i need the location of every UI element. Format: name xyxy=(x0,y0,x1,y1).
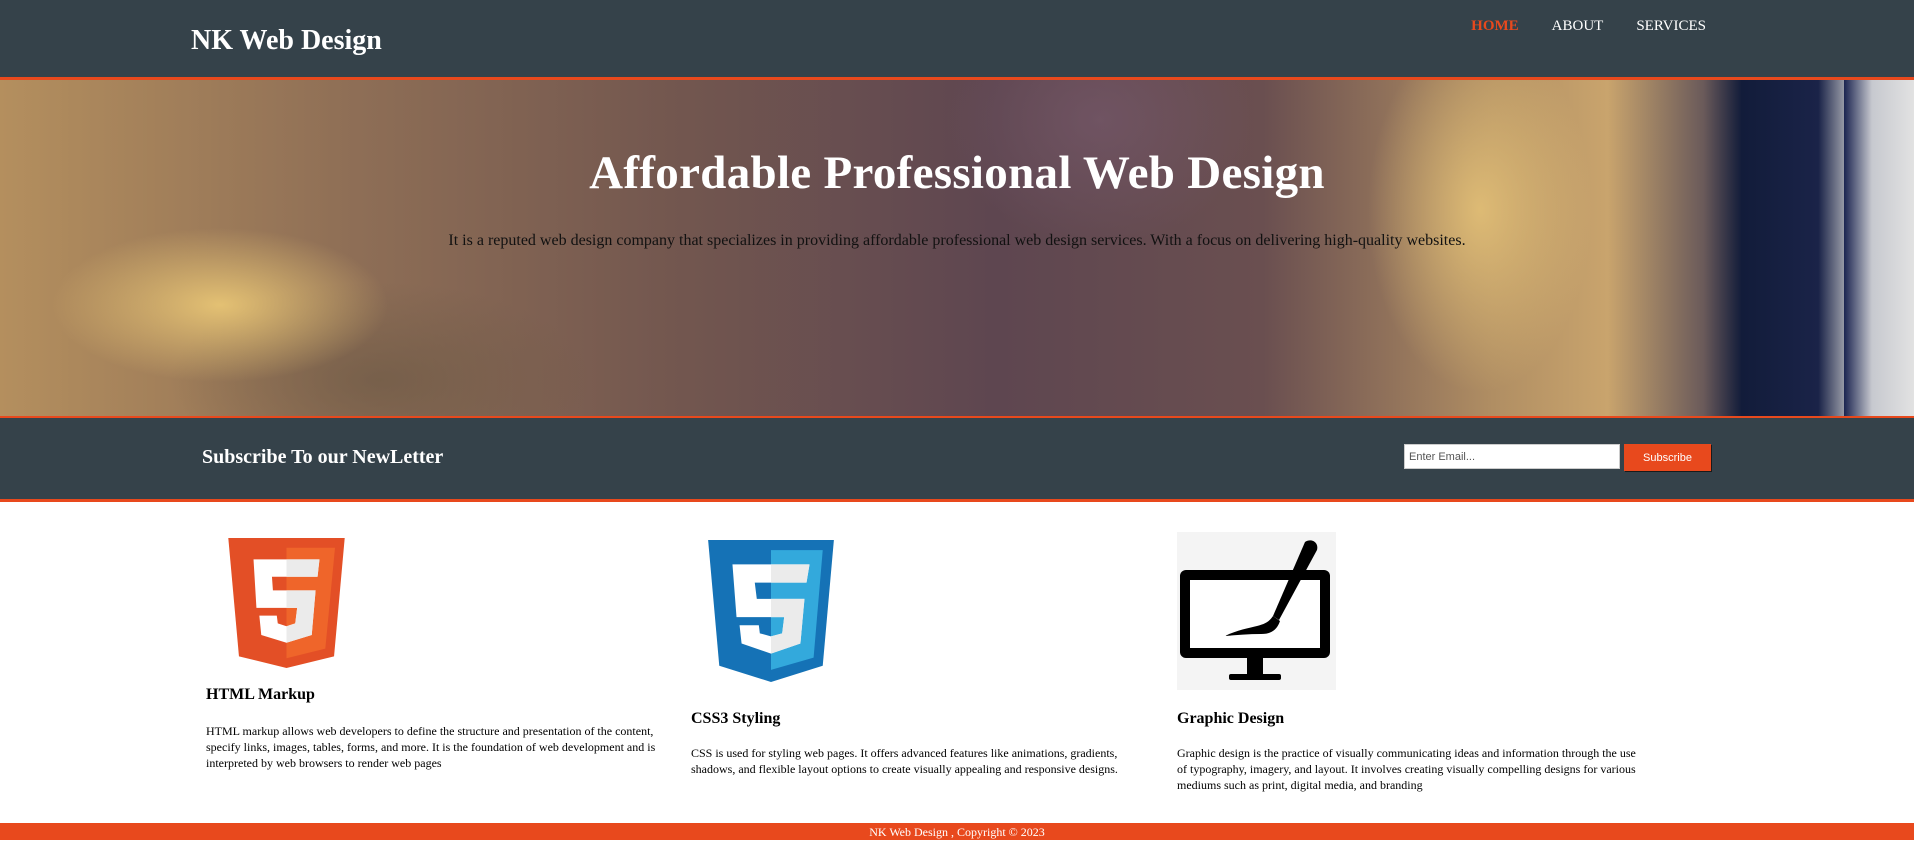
newsletter-heading: Subscribe To our NewLetter xyxy=(202,446,444,468)
hero-subtitle: It is a reputed web design company that … xyxy=(448,232,1466,249)
css3-icon xyxy=(708,540,834,682)
feature-box-graphic-design: Graphic Design Graphic design is the pra… xyxy=(1177,532,1637,792)
site-footer: NK Web Design , Copyright © 2023 xyxy=(0,823,1914,840)
feature-box-html: HTML Markup HTML markup allows web devel… xyxy=(206,538,666,770)
nav-about-link[interactable]: ABOUT xyxy=(1552,18,1604,35)
feature-title: Graphic Design xyxy=(1177,710,1285,727)
hero-title: Affordable Professional Web Design xyxy=(589,147,1325,199)
nav-home-link[interactable]: HOME xyxy=(1471,18,1519,35)
feature-title: CSS3 Styling xyxy=(691,710,781,727)
main-nav: HOME ABOUT SERVICES xyxy=(1471,18,1706,35)
feature-description: Graphic design is the practice of visual… xyxy=(1177,746,1636,792)
subscribe-button[interactable]: Subscribe xyxy=(1624,444,1711,471)
email-input[interactable] xyxy=(1404,444,1620,469)
nav-services-link[interactable]: SERVICES xyxy=(1636,18,1706,35)
newsletter-bar: Subscribe To our NewLetter Subscribe xyxy=(0,416,1914,502)
feature-title: HTML Markup xyxy=(206,686,315,703)
copyright-text: NK Web Design , Copyright © 2023 xyxy=(869,825,1045,839)
site-header: NK Web Design HOME ABOUT SERVICES xyxy=(0,0,1914,80)
hero-showcase: Affordable Professional Web Design It is… xyxy=(0,80,1914,416)
feature-box-css: CSS3 Styling CSS is used for styling web… xyxy=(691,540,1151,776)
html5-icon xyxy=(228,538,345,668)
brand-logo-text[interactable]: NK Web Design xyxy=(191,25,382,57)
monitor-brush-icon xyxy=(1177,532,1336,690)
subscribe-form: Subscribe xyxy=(1404,444,1711,471)
feature-description: HTML markup allows web developers to def… xyxy=(206,724,656,770)
feature-description: CSS is used for styling web pages. It of… xyxy=(691,746,1118,776)
